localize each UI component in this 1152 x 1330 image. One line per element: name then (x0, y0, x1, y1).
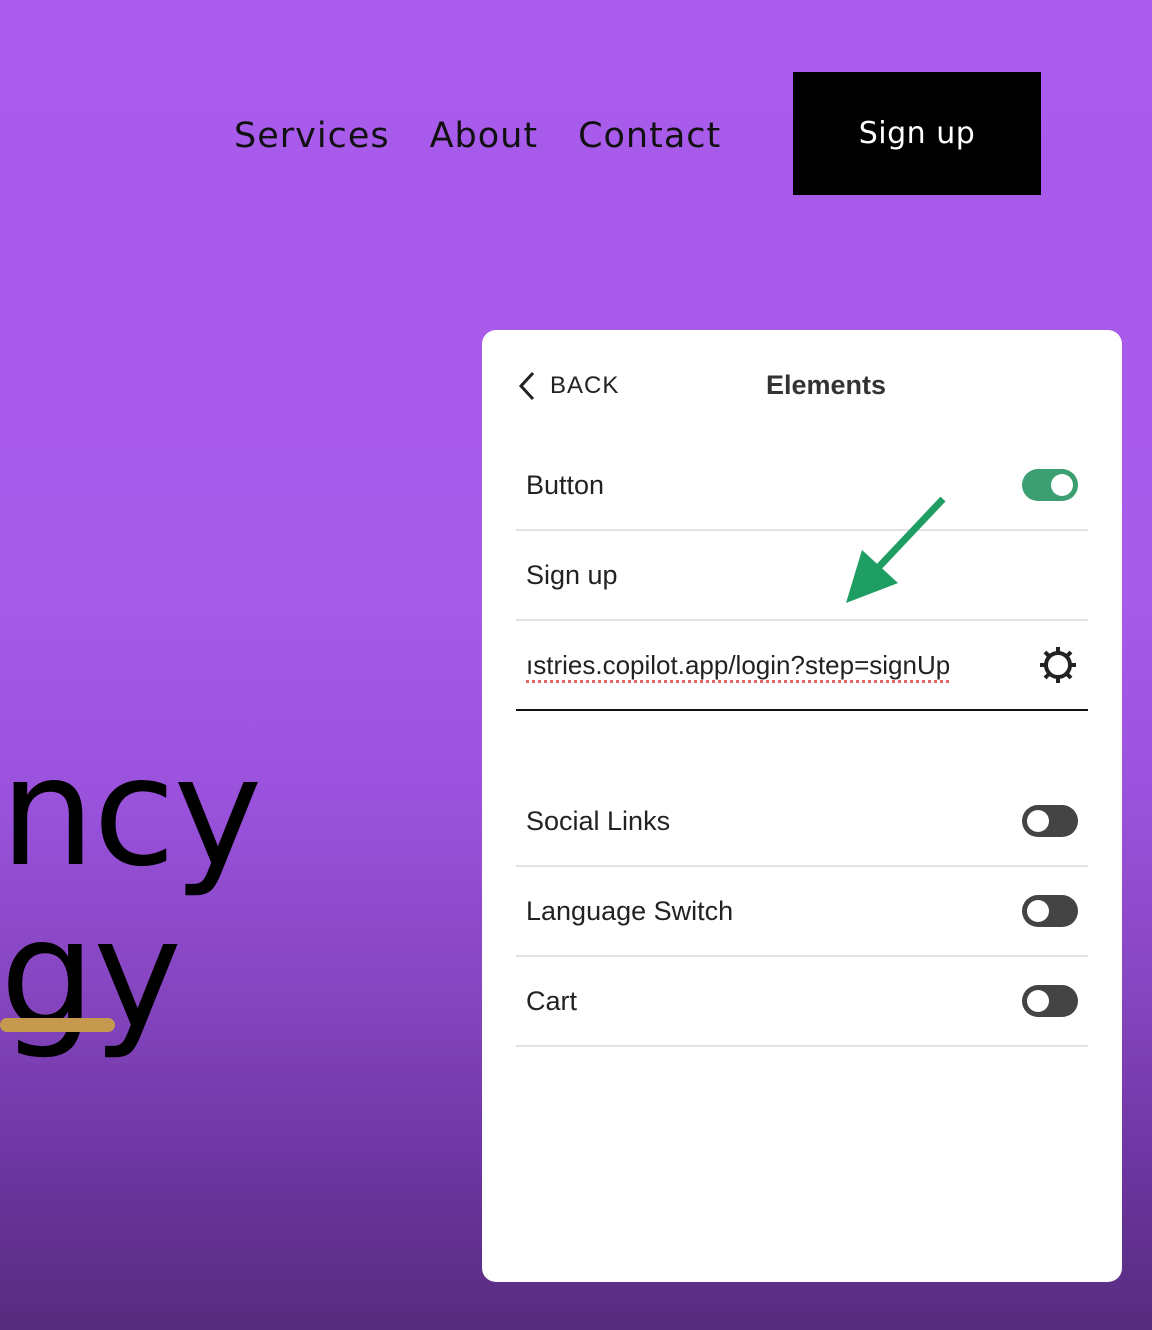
button-toggle[interactable] (1022, 469, 1078, 501)
row-label: Social Links (526, 805, 671, 836)
main-nav: Services About Contact (234, 116, 721, 156)
hero-heading-line1: ncy (0, 726, 262, 900)
button-url-field[interactable]: ıstries.copilot.app/login?step=signUp (516, 621, 1088, 711)
row-button: Button (516, 441, 1088, 531)
signup-button[interactable]: Sign up (793, 72, 1041, 195)
nav-contact[interactable]: Contact (578, 116, 721, 156)
nav-services[interactable]: Services (234, 116, 390, 156)
row-label: Cart (526, 985, 578, 1016)
row-label: Button (526, 469, 605, 500)
elements-panel: BACK Elements Button Sign up ıstries.cop… (482, 330, 1122, 1282)
row-label: Language Switch (526, 895, 734, 926)
nav-about[interactable]: About (430, 116, 538, 156)
panel-title: Elements (766, 370, 887, 400)
row-language-switch: Language Switch (516, 867, 1088, 957)
back-button[interactable]: BACK (516, 370, 619, 402)
social-links-toggle[interactable] (1022, 805, 1078, 837)
button-text-field[interactable]: Sign up (516, 531, 1088, 621)
button-text-value: Sign up (526, 559, 618, 590)
row-social-links: Social Links (516, 777, 1088, 867)
url-value: ıstries.copilot.app/login?step=signUp (526, 649, 951, 680)
language-switch-toggle[interactable] (1022, 895, 1078, 927)
arrow-annotation-icon (846, 496, 946, 603)
row-cart: Cart (516, 957, 1088, 1047)
gear-icon[interactable] (1038, 645, 1078, 685)
cart-toggle[interactable] (1022, 985, 1078, 1017)
back-label: BACK (550, 372, 620, 399)
hero-underline (0, 1018, 115, 1032)
chevron-left-icon (518, 371, 535, 401)
